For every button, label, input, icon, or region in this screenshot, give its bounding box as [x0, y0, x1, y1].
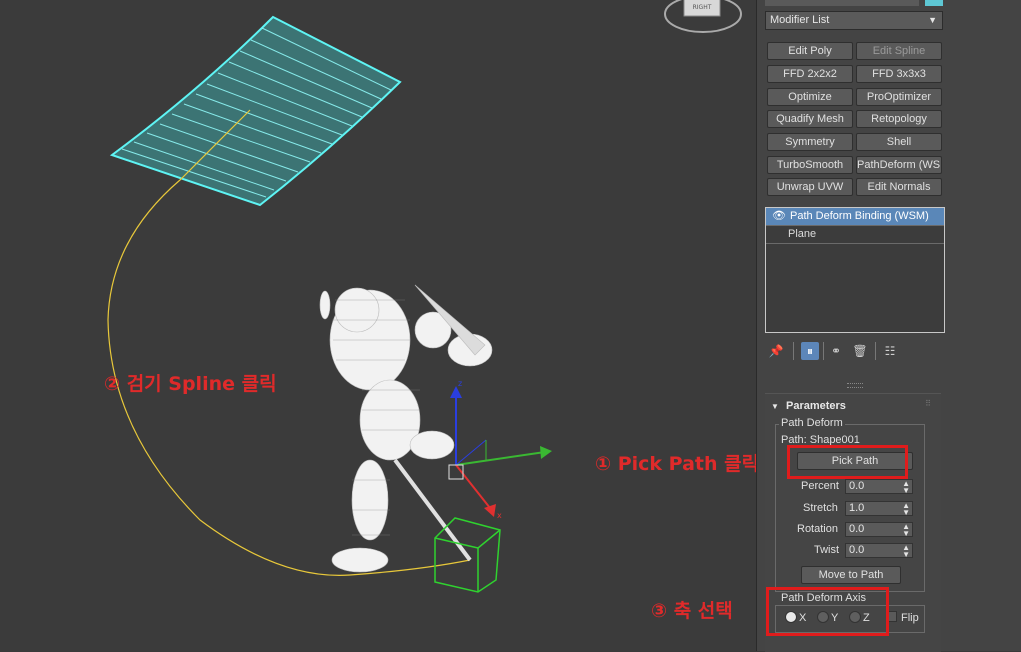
modifier-button[interactable]: Unwrap UVW — [767, 178, 853, 196]
move-to-path-button[interactable]: Move to Path — [801, 566, 901, 584]
field-label: Stretch — [803, 502, 838, 514]
viewport-scene: RIGHT z x — [107, 0, 742, 593]
spinner-arrows-icon[interactable]: ▲ ▼ — [902, 544, 910, 559]
object-color-swatch[interactable] — [925, 0, 943, 6]
modifier-button[interactable]: Edit Spline — [856, 42, 942, 60]
rollout-header[interactable]: ▼ Parameters — [771, 400, 846, 412]
modifier-button[interactable]: TurboSmooth — [767, 156, 853, 174]
object-name-field[interactable] — [765, 0, 919, 6]
field-label: Twist — [814, 544, 840, 556]
rotation-spinner[interactable]: 0.0 ▲ ▼ — [845, 522, 913, 538]
chevron-down-icon: ▼ — [928, 15, 937, 25]
show-end-result-icon[interactable]: ⏸ — [801, 342, 819, 360]
modifier-button[interactable]: FFD 3x3x3 — [856, 65, 942, 83]
stretch-spinner[interactable]: 1.0 ▲ ▼ — [845, 501, 913, 517]
modifier-list-dropdown[interactable]: Modifier List ▼ — [765, 11, 943, 30]
stack-item-path-deform[interactable]: 👁 Path Deform Binding (WSM) — [766, 208, 944, 226]
character-wireframe[interactable] — [319, 284, 493, 573]
modifier-stack: 👁 Path Deform Binding (WSM) Plane — [765, 207, 945, 333]
spinner-arrows-icon[interactable]: ▲ ▼ — [902, 480, 910, 495]
modifier-button[interactable]: ProOptimizer — [856, 88, 942, 106]
spinner-value: 0.0 — [849, 523, 865, 535]
modifier-button[interactable]: PathDeform (WSM) — [856, 156, 942, 174]
modifier-button[interactable]: Edit Normals — [856, 178, 942, 196]
remove-modifier-icon[interactable]: 🗑 — [851, 342, 869, 360]
stack-item-label: Plane — [788, 228, 817, 240]
panel-divider-grip[interactable] — [847, 383, 863, 388]
pin-stack-icon[interactable]: 📌 — [767, 342, 785, 360]
stack-item-label: Path Deform Binding (WSM) — [786, 208, 933, 225]
modifier-button[interactable]: Symmetry — [767, 133, 853, 151]
modifier-button[interactable]: Optimize — [767, 88, 853, 106]
highlight-pick-path — [787, 445, 908, 479]
flip-label: Flip — [901, 612, 919, 624]
transform-gizmo[interactable]: z x — [448, 379, 552, 520]
stack-item-plane[interactable]: Plane — [766, 226, 944, 244]
annotation-step3: ③ 축 선택 — [651, 600, 733, 622]
rollout-grip-icon: ⠿ — [925, 399, 931, 408]
spinner-arrows-icon[interactable]: ▲ ▼ — [902, 502, 910, 517]
annotation-step1: ① Pick Path 클릭 — [595, 453, 756, 475]
viewcube-label: RIGHT — [693, 4, 712, 11]
spinner-arrows-icon[interactable]: ▲ ▼ — [902, 523, 910, 538]
plane-object[interactable] — [109, 15, 402, 207]
gizmo-axis-x-label: x — [497, 511, 502, 520]
spinner-value: 0.0 — [849, 544, 865, 556]
modifier-list-label: Modifier List — [770, 14, 830, 26]
annotation-step2: ② 검기 Spline 클릭 — [104, 373, 277, 395]
modifier-button[interactable]: Shell — [856, 133, 942, 151]
twist-spinner[interactable]: 0.0 ▲ ▼ — [845, 543, 913, 559]
field-label: Percent — [801, 480, 839, 492]
stack-toolbar: 📌 ⏸ ⚭ 🗑 ☷ — [765, 340, 945, 362]
command-panel: Modifier List ▼ Edit Poly Edit Spline FF… — [756, 0, 1021, 652]
modifier-button[interactable]: FFD 2x2x2 — [767, 65, 853, 83]
modifier-button[interactable]: Retopology — [856, 110, 942, 128]
modifier-button[interactable]: Quadify Mesh — [767, 110, 853, 128]
gizmo-axis-z-label: z — [458, 379, 462, 388]
collapse-icon: ▼ — [771, 402, 779, 411]
spinner-value: 1.0 — [849, 502, 865, 514]
modifier-button[interactable]: Edit Poly — [767, 42, 853, 60]
viewport-perspective[interactable]: RIGHT z x ② 검기 Spline 클릭 ① Pick Path 클릭 … — [0, 0, 756, 651]
configure-sets-icon[interactable]: ☷ — [881, 342, 899, 360]
field-label: Rotation — [797, 523, 838, 535]
group-label-path-deform: Path Deform — [779, 417, 845, 429]
viewcube-icon[interactable]: RIGHT — [664, 0, 742, 33]
eye-icon[interactable]: 👁 — [772, 208, 786, 225]
percent-spinner[interactable]: 0.0 ▲ ▼ — [845, 479, 913, 495]
highlight-axis — [766, 587, 889, 636]
rollout-title: Parameters — [785, 400, 846, 412]
make-unique-icon[interactable]: ⚭ — [827, 342, 845, 360]
spinner-value: 0.0 — [849, 480, 865, 492]
